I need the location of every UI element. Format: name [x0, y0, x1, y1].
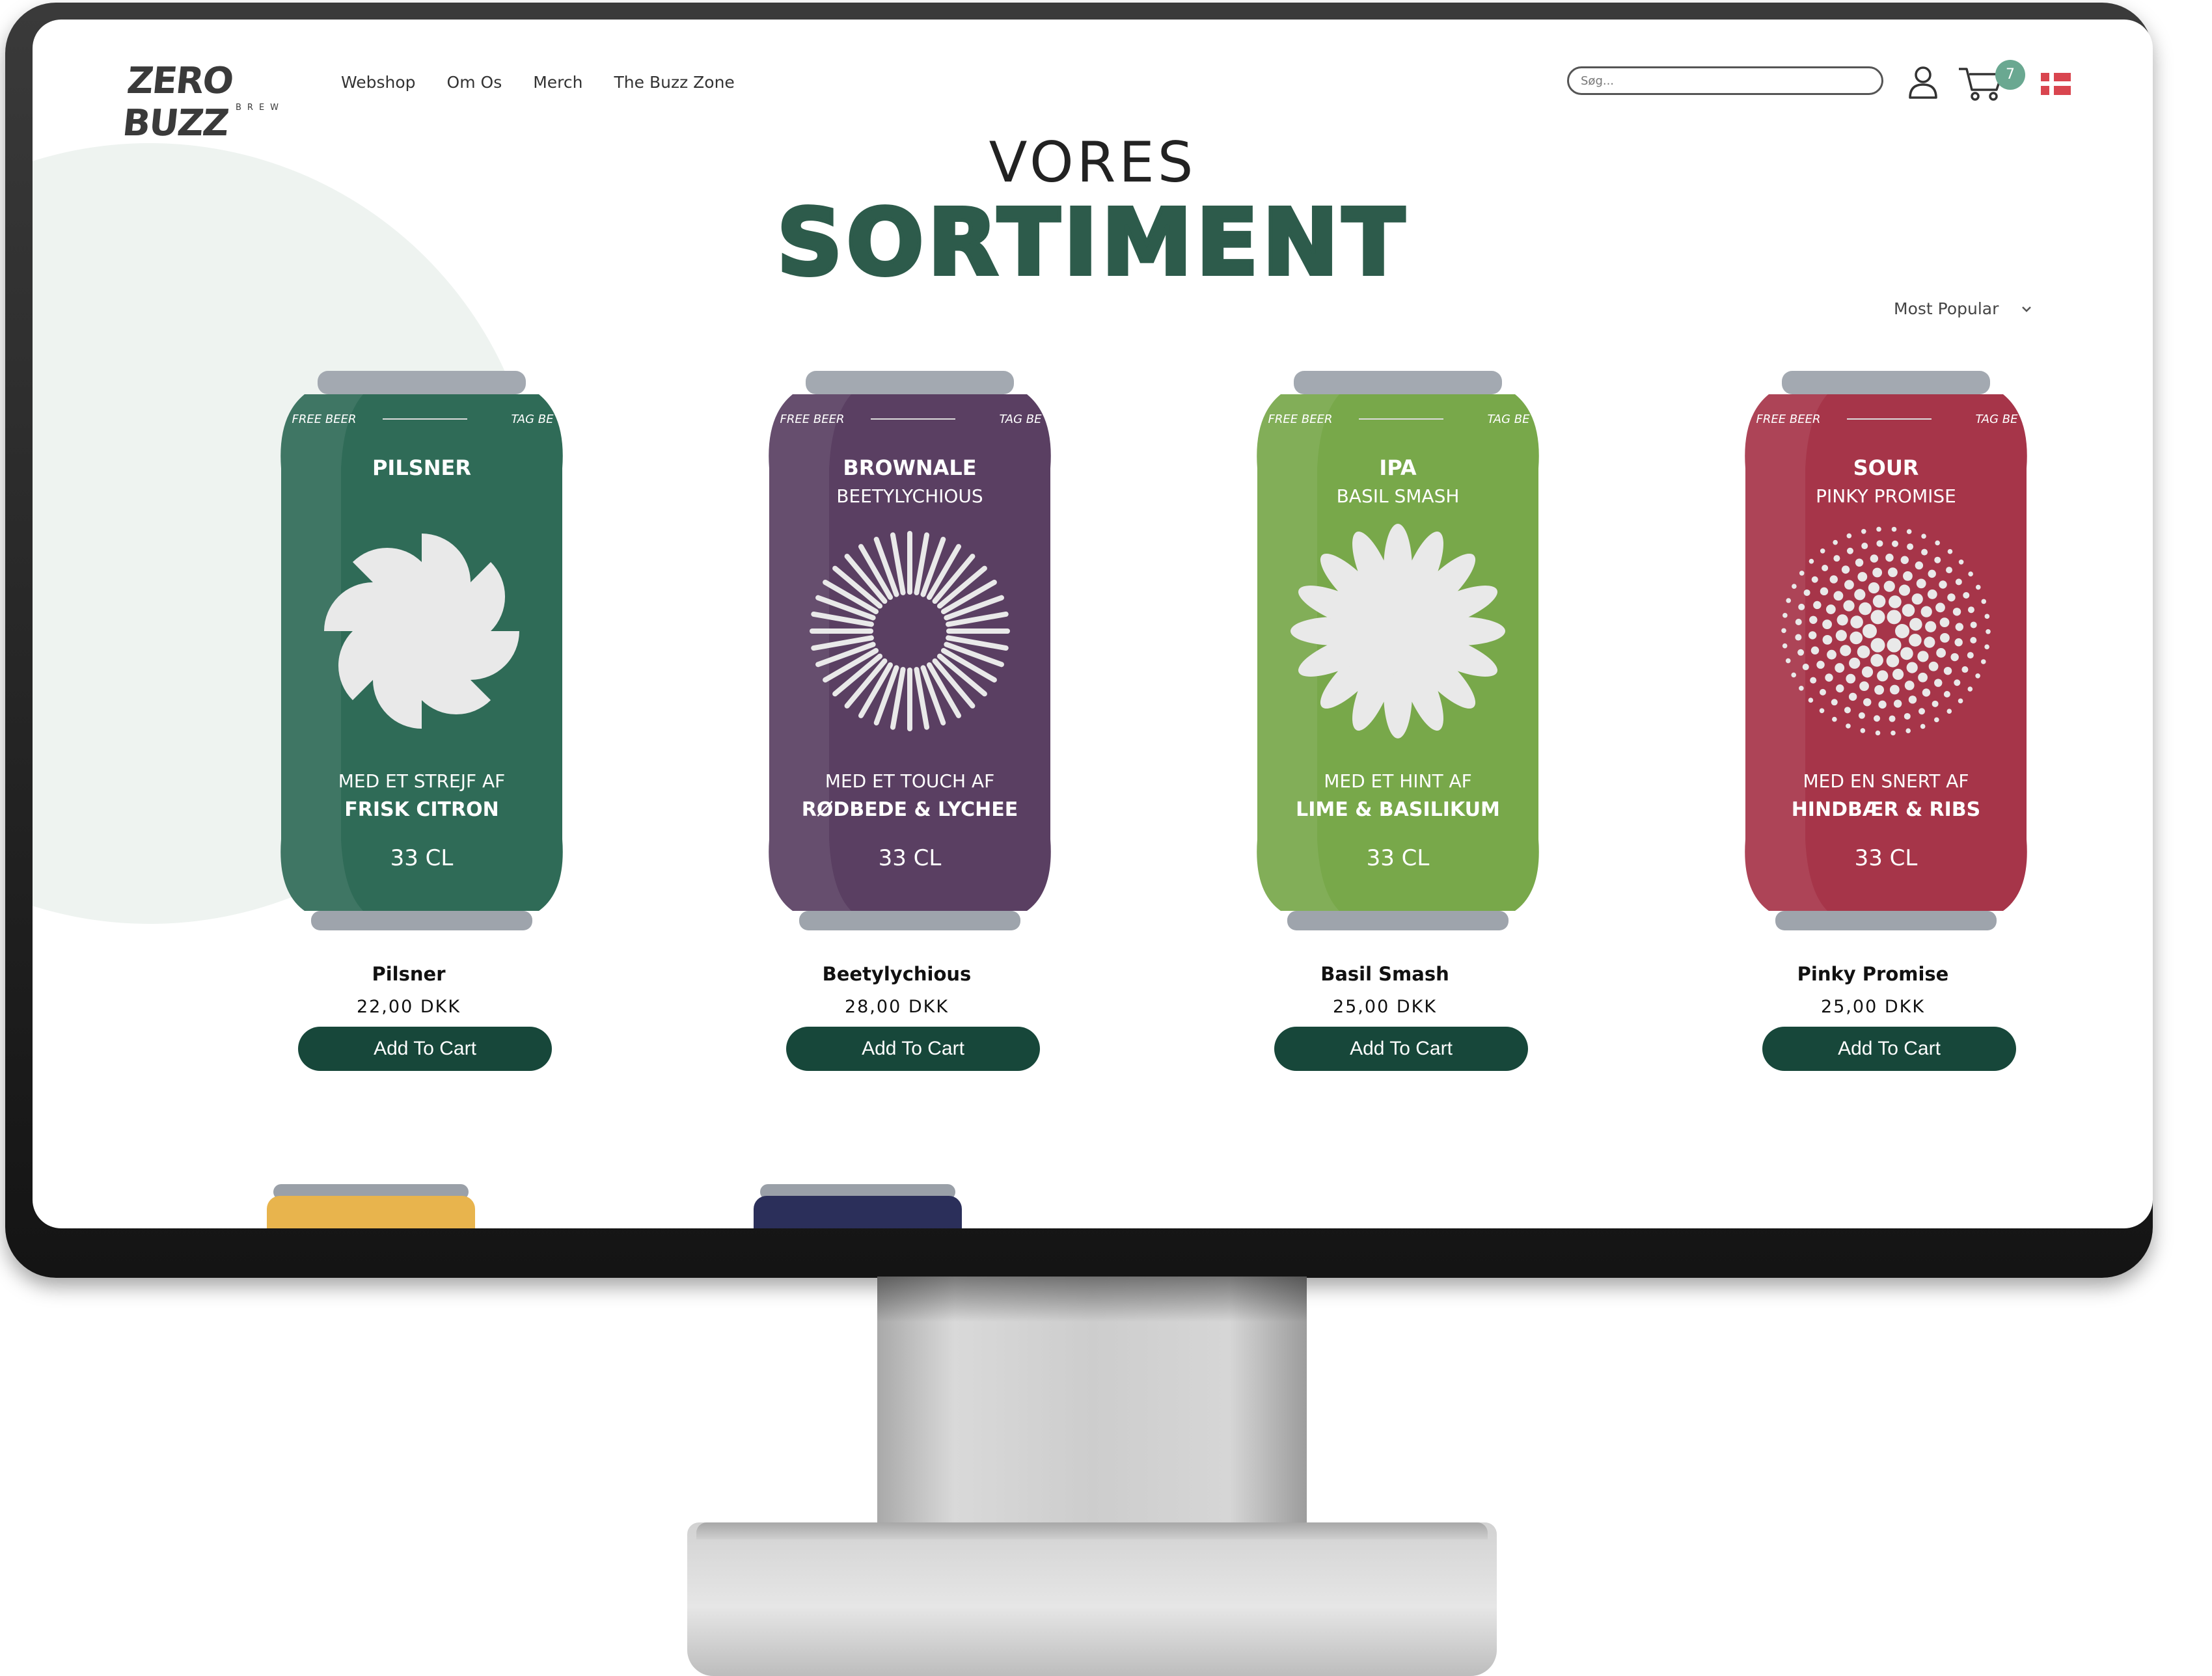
product-price: 22,00 DKK	[356, 997, 461, 1017]
can-volume: 33 CL	[1855, 845, 1918, 871]
can-tagline: MED ET HINT AF	[1324, 770, 1472, 792]
next-row-can-2[interactable]	[734, 1184, 981, 1228]
can-band-right: TAG BE	[1975, 412, 2018, 426]
sort-select[interactable]: Most Popular	[1894, 299, 2032, 318]
can-volume: 33 CL	[1367, 845, 1430, 871]
product-can-image[interactable]: FREE BEER TAG BE SOUR PINKY PROMISE MED EN S…	[1736, 371, 2036, 943]
product-can-image[interactable]: FREE BEER TAG BE BROWNALE BEETYLYCHIOUS MED …	[760, 371, 1059, 943]
can-subtitle-label: BASIL SMASH	[1337, 485, 1460, 507]
can-subtitle-label: PINKY PROMISE	[1816, 485, 1956, 507]
main-nav: Webshop Om Os Merch The Buzz Zone	[341, 73, 735, 92]
can-type-label: BROWNALE	[843, 455, 976, 480]
page-title-top: VORES	[989, 130, 1197, 195]
product-card[interactable]: FREE BEER TAG BE BROWNALE BEETYLYCHIOUS MED …	[728, 371, 1066, 1100]
add-to-cart-button[interactable]: Add To Cart	[1274, 1027, 1528, 1071]
can-flavor: RØDBEDE & LYCHEE	[802, 798, 1018, 821]
can-band-left: FREE BEER	[1268, 412, 1333, 426]
can-bottom	[311, 911, 532, 930]
nav-link-om-os[interactable]: Om Os	[447, 73, 502, 92]
can-subtitle-label: BEETYLYCHIOUS	[836, 485, 983, 507]
can-lid	[1782, 371, 1990, 394]
can-lid	[806, 371, 1014, 394]
can-lid	[318, 371, 526, 394]
browser-viewport: ZERO BUZZ BREW Webshop Om Os Merch The B…	[33, 20, 2153, 1228]
can-volume: 33 CL	[879, 845, 942, 871]
can-flavor: HINDBÆR & RIBS	[1792, 798, 1981, 821]
can-band-right: TAG BE	[511, 412, 554, 426]
can-band-left: FREE BEER	[292, 412, 357, 426]
cart-count-badge[interactable]: 7	[1995, 60, 2025, 90]
can-tagline: MED ET TOUCH AF	[825, 770, 994, 792]
can-bottom	[799, 911, 1020, 930]
monitor-stand-base	[687, 1522, 1497, 1676]
can-type-label: SOUR	[1853, 455, 1919, 480]
danish-flag-icon[interactable]	[2041, 73, 2071, 95]
chevron-down-icon	[2022, 306, 2032, 312]
can-volume: 33 CL	[390, 845, 454, 871]
can-band-left: FREE BEER	[780, 412, 845, 426]
can-bottom	[1287, 911, 1509, 930]
add-to-cart-button[interactable]: Add To Cart	[1762, 1027, 2016, 1071]
sort-selected-label: Most Popular	[1894, 299, 1999, 318]
can-type-label: PILSNER	[372, 455, 471, 480]
screen-frame: ZERO BUZZ BREW Webshop Om Os Merch The B…	[5, 3, 2153, 1278]
product-card[interactable]: FREE BEER TAG BE SOUR PINKY PROMISE MED EN S…	[1704, 371, 2042, 1100]
nav-link-merch[interactable]: Merch	[533, 73, 582, 92]
add-to-cart-button[interactable]: Add To Cart	[298, 1027, 552, 1071]
product-price: 28,00 DKK	[844, 997, 949, 1017]
can-type-label: IPA	[1379, 455, 1416, 480]
can-tagline: MED EN SNERT AF	[1803, 770, 1969, 792]
flower-icon	[1290, 524, 1505, 738]
product-name[interactable]: Basil Smash	[1216, 963, 1554, 985]
nav-link-webshop[interactable]: Webshop	[341, 73, 416, 92]
product-card[interactable]: FREE BEER TAG BE IPA BASIL SMASH MED ET HINT…	[1216, 371, 1554, 1100]
product-name[interactable]: Pinky Promise	[1704, 963, 2042, 985]
page-title-main: SORTIMENT	[775, 188, 1409, 298]
can-band-left: FREE BEER	[1756, 412, 1821, 426]
product-card[interactable]: FREE BEER TAG BE PILSNER MED ET STREJF AF FR…	[239, 371, 578, 1100]
can-flavor: FRISK CITRON	[344, 798, 498, 821]
site-logo[interactable]: ZERO BUZZ BREW	[120, 60, 294, 144]
product-can-image[interactable]: FREE BEER TAG BE PILSNER MED ET STREJF AF FR…	[272, 371, 571, 943]
product-name[interactable]: Pilsner	[239, 963, 578, 985]
next-row-can-1[interactable]	[247, 1184, 495, 1228]
monitor-stand-shadow	[877, 1277, 1307, 1322]
monitor-stand-base-top	[696, 1522, 1488, 1539]
product-price: 25,00 DKK	[1332, 997, 1438, 1017]
user-account-icon[interactable]	[1908, 65, 1938, 99]
can-flavor: LIME & BASILIKUM	[1296, 798, 1500, 821]
product-can-image[interactable]: FREE BEER TAG BE IPA BASIL SMASH MED ET HINT…	[1248, 371, 1548, 943]
add-to-cart-button[interactable]: Add To Cart	[786, 1027, 1040, 1071]
logo-subtitle: BREW	[236, 103, 285, 113]
can-lid	[1294, 371, 1502, 394]
can-band-right: TAG BE	[999, 412, 1042, 426]
can-band-right: TAG BE	[1487, 412, 1530, 426]
product-name[interactable]: Beetylychious	[728, 963, 1066, 985]
can-bottom	[1775, 911, 1997, 930]
nav-link-buzz-zone[interactable]: The Buzz Zone	[614, 73, 735, 92]
search-input[interactable]	[1567, 66, 1883, 95]
can-tagline: MED ET STREJF AF	[338, 770, 506, 792]
product-price: 25,00 DKK	[1820, 997, 1926, 1017]
